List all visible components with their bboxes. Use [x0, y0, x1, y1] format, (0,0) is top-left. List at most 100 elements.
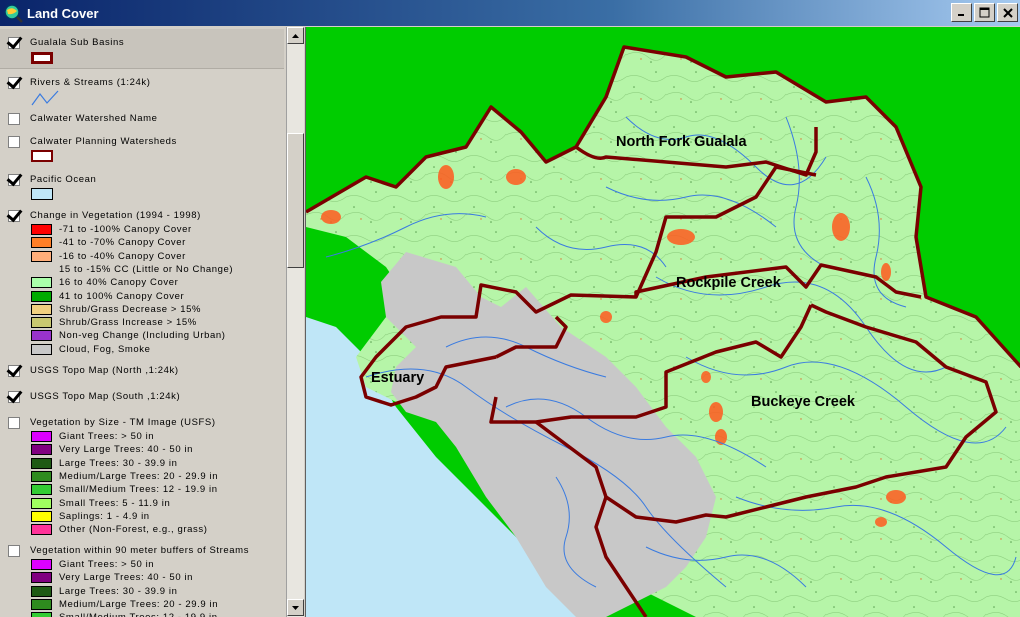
polygon-symbol: [31, 52, 53, 64]
maximize-icon: [979, 7, 990, 18]
legend-label: Small/Medium Trees: 12 - 19.9 in: [59, 484, 218, 496]
layer-visibility-checkbox[interactable]: [8, 545, 20, 557]
legend-swatch: [31, 598, 52, 610]
basin-label-north-fork: North Fork Gualala: [616, 134, 747, 150]
legend-item: 15 to -15% CC (Little or No Change): [31, 263, 233, 276]
legend-swatch: [31, 431, 52, 442]
legend-item: Shrub/Grass Increase > 15%: [31, 316, 197, 329]
layer-visibility-checkbox[interactable]: [8, 210, 20, 222]
legend-swatch: [31, 303, 52, 315]
legend-label: Giant Trees: > 50 in: [59, 559, 155, 570]
layer-name: USGS Topo Map (North ,1:24k): [30, 365, 179, 376]
basin-label-rockpile: Rockpile Creek: [676, 275, 781, 291]
legend-swatch: [31, 612, 52, 617]
legend-label: Very Large Trees: 40 - 50 in: [59, 444, 194, 456]
legend-item: Medium/Large Trees: 20 - 29.9 in: [31, 470, 218, 483]
legend-label: Shrub/Grass Decrease > 15%: [59, 303, 202, 315]
minimize-icon: [958, 14, 964, 16]
legend-swatch: [31, 457, 52, 469]
legend-label: Non-veg Change (Including Urban): [59, 330, 226, 342]
legend-label: 41 to 100% Canopy Cover: [59, 290, 185, 302]
legend-label: Small Trees: 5 - 11.9 in: [59, 497, 171, 509]
legend-item: Large Trees: 30 - 39.9 in: [31, 457, 178, 470]
layer-visibility-checkbox[interactable]: [8, 136, 20, 148]
arrow-up-icon: [292, 33, 299, 38]
layer-visibility-checkbox[interactable]: [8, 113, 20, 125]
layer-visibility-checkbox[interactable]: [8, 77, 20, 89]
legend-item: Medium/Large Trees: 20 - 29.9 in: [31, 598, 218, 611]
legend-item: Very Large Trees: 40 - 50 in: [31, 571, 193, 584]
legend-label: -41 to -70% Canopy Cover: [59, 237, 186, 249]
table-of-contents[interactable]: Gualala Sub Basins Rivers & Streams (1:2…: [0, 27, 286, 617]
map-canvas[interactable]: [306, 27, 1020, 617]
legend-swatch: [31, 343, 52, 355]
arcview-globe-icon: [4, 4, 23, 23]
map-view[interactable]: North Fork Gualala Rockpile Creek Buckey…: [305, 27, 1020, 617]
toc-scrollbar[interactable]: [286, 27, 304, 617]
legend-label: Small/Medium Trees: 12 - 19.9 in: [59, 612, 218, 617]
layer-visibility-checkbox[interactable]: [8, 365, 20, 377]
legend-item: 41 to 100% Canopy Cover: [31, 290, 184, 303]
legend-swatch: [31, 524, 52, 536]
legend-label: 15 to -15% CC (Little or No Change): [59, 263, 234, 275]
legend-swatch: [31, 470, 52, 482]
legend-item: 16 to 40% Canopy Cover: [31, 276, 178, 289]
stream-line-icon: [31, 90, 59, 106]
layer-visibility-checkbox[interactable]: [8, 174, 20, 186]
legend-swatch: [31, 559, 52, 570]
scroll-thumb[interactable]: [287, 133, 304, 268]
legend-item: -71 to -100% Canopy Cover: [31, 223, 192, 236]
legend-swatch: [31, 510, 52, 522]
layer-name: Rivers & Streams (1:24k): [30, 77, 151, 88]
close-button[interactable]: [997, 3, 1018, 22]
legend-item: Shrub/Grass Decrease > 15%: [31, 303, 201, 316]
basin-label-buckeye: Buckeye Creek: [751, 394, 855, 410]
legend-swatch: [31, 290, 52, 302]
layer-name: Vegetation by Size - TM Image (USFS): [30, 417, 216, 428]
legend-label: Saplings: 1 - 4.9 in: [59, 510, 150, 522]
legend-item: Other (Non-Forest, e.g., grass): [31, 523, 207, 536]
legend-item: -16 to -40% Canopy Cover: [31, 250, 186, 263]
legend-label: Other (Non-Forest, e.g., grass): [59, 524, 208, 536]
layer-name: Calwater Planning Watersheds: [30, 136, 177, 147]
legend-label: Cloud, Fog, Smoke: [59, 343, 151, 355]
layer-visibility-checkbox[interactable]: [8, 37, 20, 49]
close-icon: [1002, 7, 1013, 18]
legend-label: Medium/Large Trees: 20 - 29.9 in: [59, 598, 219, 610]
layer-name: USGS Topo Map (South ,1:24k): [30, 391, 181, 402]
legend-label: 16 to 40% Canopy Cover: [59, 277, 179, 289]
legend-label: Large Trees: 30 - 39.9 in: [59, 457, 178, 469]
legend-label: Very Large Trees: 40 - 50 in: [59, 572, 194, 584]
legend-item: Cloud, Fog, Smoke: [31, 343, 151, 356]
legend-label: Medium/Large Trees: 20 - 29.9 in: [59, 470, 219, 482]
legend-item: Very Large Trees: 40 - 50 in: [31, 443, 193, 456]
legend-label: Giant Trees: > 50 in: [59, 431, 155, 442]
layer-name: Pacific Ocean: [30, 174, 97, 185]
legend-item: -41 to -70% Canopy Cover: [31, 236, 186, 249]
minimize-button[interactable]: [951, 3, 972, 22]
scroll-down-button[interactable]: [287, 599, 304, 616]
legend-swatch: [31, 585, 52, 597]
layer-name: Vegetation within 90 meter buffers of St…: [30, 545, 250, 556]
legend-swatch: [31, 250, 52, 262]
arrow-down-icon: [292, 605, 299, 610]
layer-name: Change in Vegetation (1994 - 1998): [30, 210, 201, 221]
legend-swatch: [31, 237, 52, 249]
window-title-bar[interactable]: Land Cover: [0, 0, 1020, 26]
legend-swatch: [31, 497, 52, 509]
legend-label: Shrub/Grass Increase > 15%: [59, 317, 197, 329]
legend-item: Small Trees: 5 - 11.9 in: [31, 497, 170, 510]
layer-visibility-checkbox[interactable]: [8, 417, 20, 429]
legend-item: Small/Medium Trees: 12 - 19.9 in: [31, 611, 218, 617]
legend-swatch: [31, 444, 52, 456]
basin-label-estuary: Estuary: [371, 370, 425, 386]
legend-label: -71 to -100% Canopy Cover: [59, 224, 192, 235]
legend-item: Giant Trees: > 50 in: [31, 430, 154, 443]
layer-visibility-checkbox[interactable]: [8, 391, 20, 403]
maximize-button[interactable]: [974, 3, 995, 22]
legend-swatch: [31, 264, 52, 275]
legend-swatch: [31, 572, 52, 584]
layer-name: Calwater Watershed Name: [30, 113, 158, 124]
legend-swatch: [31, 330, 52, 342]
scroll-up-button[interactable]: [287, 27, 304, 44]
